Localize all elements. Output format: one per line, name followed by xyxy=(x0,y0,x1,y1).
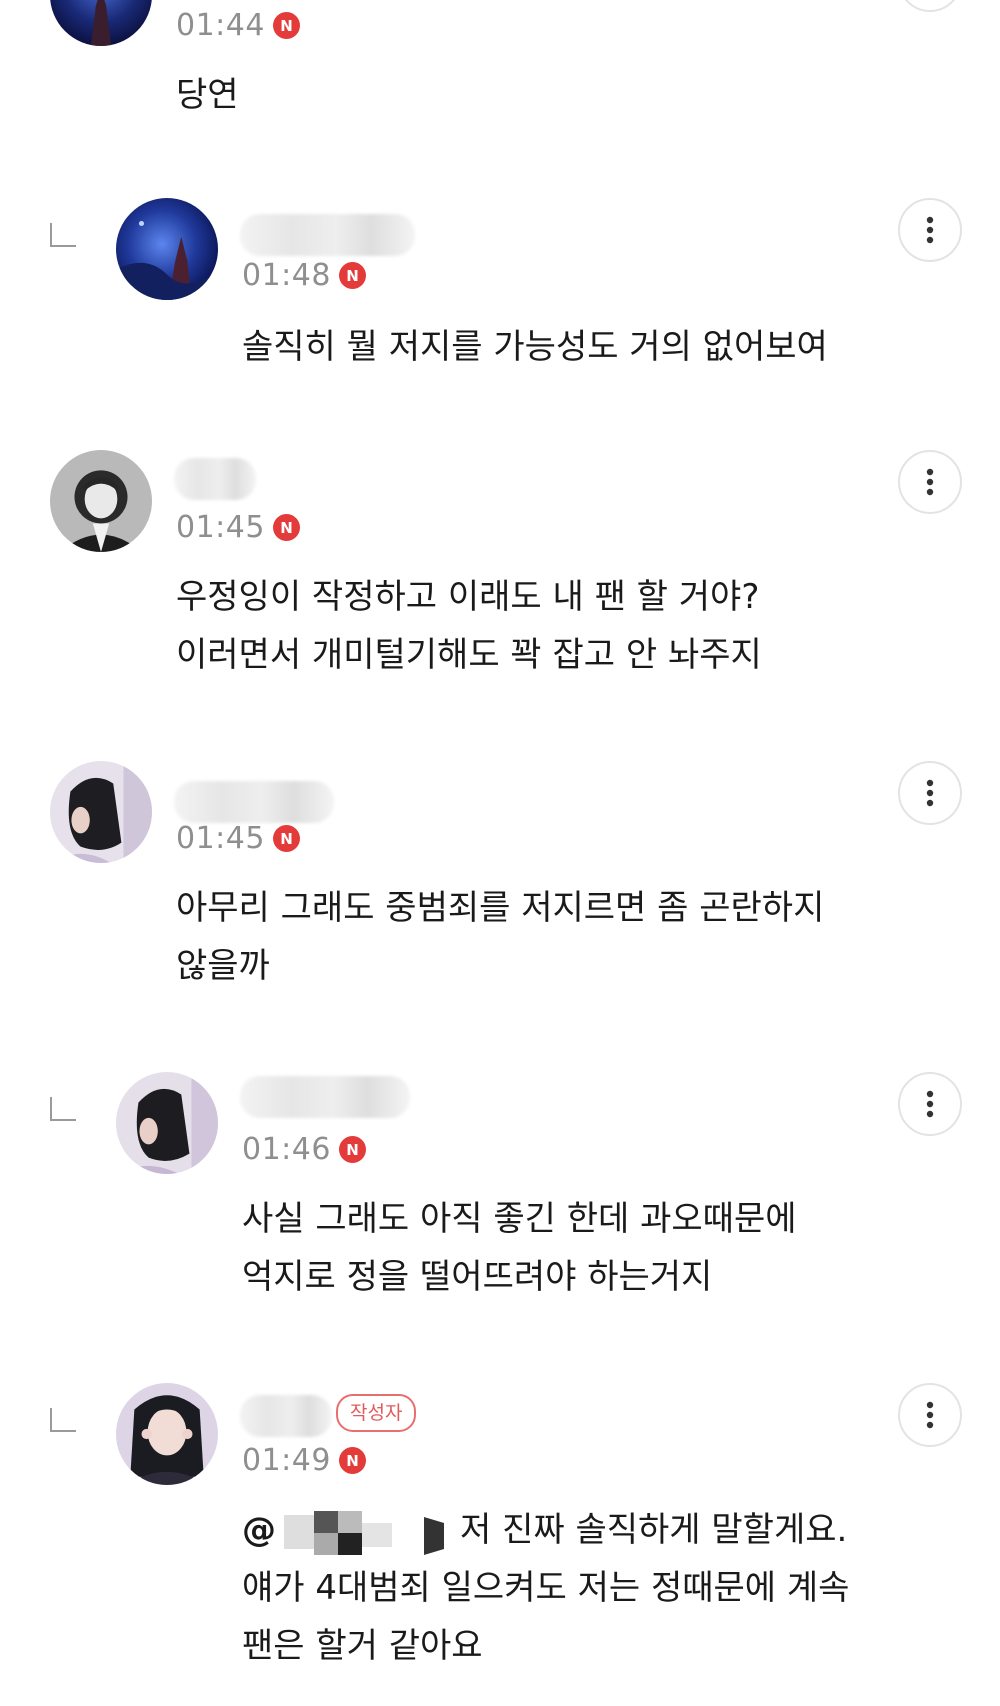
comment-line: 사실 그래도 아직 좋긴 한데 과오때문에 xyxy=(242,1199,797,1239)
new-badge-icon: N xyxy=(338,1447,366,1474)
more-options-button[interactable] xyxy=(898,450,962,514)
comment-meta: 01:44 N xyxy=(176,8,300,43)
comment-line: 아무리 그래도 중범죄를 저지르면 좀 곤란하지 xyxy=(176,888,825,928)
more-vertical-icon xyxy=(926,216,934,244)
new-badge-icon: N xyxy=(272,12,300,39)
reply-arrow-icon xyxy=(50,1097,76,1121)
comment-time: 01:46 xyxy=(242,1132,331,1167)
comment-time: 01:44 xyxy=(176,8,265,43)
comment-item: 01:45 N 우정잉이 작정하고 이래도 내 팬 할 거야? 이러면서 개미털… xyxy=(0,410,1000,723)
comment-reply-item: 작성자 01:49 N @ 저 진짜 솔직하게 말할게요. 얘가 4대범죄 일으켜… xyxy=(0,1343,1000,1706)
comment-text: 당연 xyxy=(176,66,239,124)
comment-line-mention: @ 저 진짜 솔직하게 말할게요. xyxy=(242,1501,849,1559)
reply-arrow-icon xyxy=(50,223,76,247)
comment-meta: 01:49 N xyxy=(242,1443,366,1478)
avatar[interactable] xyxy=(116,198,218,300)
comment-item: 01:44 N 당연 xyxy=(0,0,1000,160)
avatar[interactable] xyxy=(50,450,152,552)
comment-line: 얘가 4대범죄 일으켜도 저는 정때문에 계속 xyxy=(242,1568,850,1608)
more-options-button[interactable] xyxy=(898,1072,962,1136)
comment-text: 사실 그래도 아직 좋긴 한데 과오때문에 억지로 정을 떨어뜨려야 하는거지 xyxy=(242,1190,797,1306)
comment-meta: 01:46 N xyxy=(242,1132,366,1167)
author-badge: 작성자 xyxy=(336,1394,417,1432)
avatar[interactable] xyxy=(50,761,152,863)
comment-time: 01:48 xyxy=(242,258,331,293)
comment-time: 01:45 xyxy=(176,821,265,856)
mention-username-blurred[interactable] xyxy=(284,1509,454,1555)
comment-line: 솔직히 뭘 저지를 가능성도 거의 없어보여 xyxy=(242,327,828,367)
username-blurred[interactable] xyxy=(240,1395,332,1437)
comment-meta: 01:45 N xyxy=(176,510,300,545)
comment-time: 01:49 xyxy=(242,1443,331,1478)
comment-text: 아무리 그래도 중범죄를 저지르면 좀 곤란하지 않을까 xyxy=(176,879,824,995)
more-vertical-icon xyxy=(926,779,934,807)
username-blurred[interactable] xyxy=(240,1076,410,1118)
username-blurred[interactable] xyxy=(240,214,415,256)
avatar[interactable] xyxy=(116,1072,218,1174)
comment-line: 팬은 할거 같아요 xyxy=(242,1626,483,1666)
more-options-button[interactable] xyxy=(898,1383,962,1447)
more-vertical-icon xyxy=(926,1090,934,1118)
comment-line: 않을까 xyxy=(176,946,270,986)
new-badge-icon: N xyxy=(338,1136,366,1163)
comment-line: 우정잉이 작정하고 이래도 내 팬 할 거야? xyxy=(176,577,760,617)
mention-symbol[interactable]: @ xyxy=(242,1510,276,1550)
new-badge-icon: N xyxy=(338,262,366,289)
more-vertical-icon xyxy=(926,1401,934,1429)
comment-text: 우정잉이 작정하고 이래도 내 팬 할 거야? 이러면서 개미털기해도 꽉 잡고… xyxy=(176,568,762,684)
new-badge-icon: N xyxy=(272,825,300,852)
more-vertical-icon xyxy=(926,468,934,496)
more-options-button[interactable] xyxy=(898,761,962,825)
avatar[interactable] xyxy=(116,1383,218,1485)
comment-reply-item: 01:46 N 사실 그래도 아직 좋긴 한데 과오때문에 억지로 정을 떨어뜨… xyxy=(0,1032,1000,1345)
comment-meta: 01:45 N xyxy=(176,821,300,856)
comment-line: 당연 xyxy=(176,75,239,115)
comment-reply-item: 01:48 N 솔직히 뭘 저지를 가능성도 거의 없어보여 xyxy=(0,158,1000,412)
comment-meta: 01:48 N xyxy=(242,258,366,293)
comment-line: 억지로 정을 떨어뜨려야 하는거지 xyxy=(242,1257,713,1297)
username-blurred[interactable] xyxy=(174,458,256,500)
comment-item: 01:45 N 아무리 그래도 중범죄를 저지르면 좀 곤란하지 않을까 xyxy=(0,721,1000,1034)
comment-line: 이러면서 개미털기해도 꽉 잡고 안 놔주지 xyxy=(176,635,762,675)
comment-time: 01:45 xyxy=(176,510,265,545)
comment-text: 솔직히 뭘 저지를 가능성도 거의 없어보여 xyxy=(242,318,828,376)
new-badge-icon: N xyxy=(272,514,300,541)
more-options-button[interactable] xyxy=(898,198,962,262)
comment-line: 저 진짜 솔직하게 말할게요. xyxy=(460,1510,848,1550)
username-blurred[interactable] xyxy=(174,781,334,823)
avatar[interactable] xyxy=(50,0,152,46)
reply-arrow-icon xyxy=(50,1408,76,1432)
comment-text: @ 저 진짜 솔직하게 말할게요. 얘가 4대범죄 일으켜도 저는 정때문에 계속… xyxy=(242,1501,849,1675)
